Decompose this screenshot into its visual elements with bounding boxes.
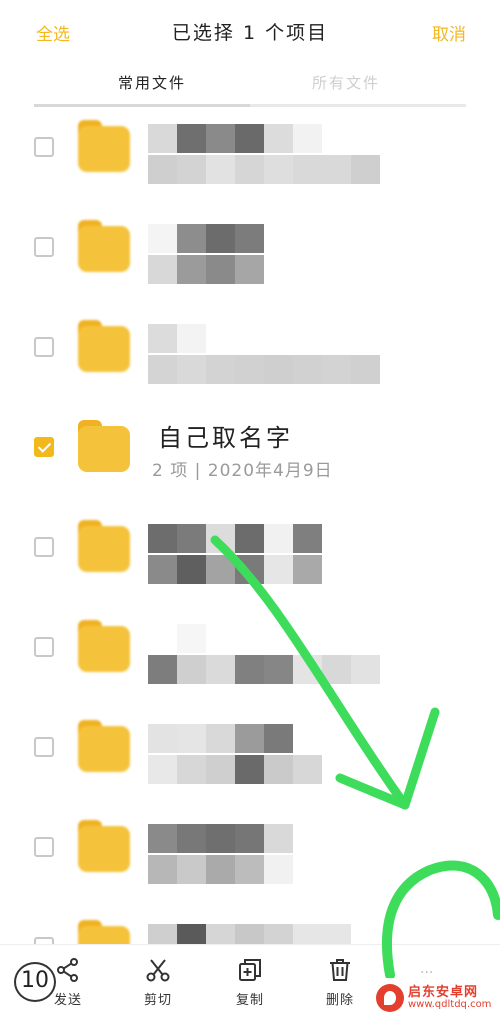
- folder-meta: 2 项 | 2020年4月9日: [152, 461, 333, 481]
- item-checkbox[interactable]: [34, 137, 54, 157]
- list-item[interactable]: [0, 820, 500, 920]
- item-checkbox[interactable]: [34, 637, 54, 657]
- list-item[interactable]: [0, 920, 500, 944]
- pixelated-name: [148, 624, 380, 686]
- folder-icon: [78, 520, 130, 572]
- file-list[interactable]: 自己取名字 2 项 | 2020年4月9日: [0, 108, 500, 944]
- cancel-button[interactable]: 取消: [432, 20, 466, 45]
- tab-all-files[interactable]: 所有文件: [312, 72, 380, 93]
- list-item[interactable]: [0, 520, 500, 620]
- list-item[interactable]: [0, 220, 500, 320]
- folder-icon: [78, 120, 130, 172]
- pixelated-name: [148, 524, 380, 586]
- watermark-title: 启东安卓网: [408, 985, 479, 1000]
- list-item[interactable]: [0, 320, 500, 420]
- cut-button[interactable]: 剪切: [118, 957, 198, 1008]
- watermark-logo-icon: [376, 984, 404, 1012]
- list-item[interactable]: [0, 120, 500, 220]
- copy-icon: [239, 959, 261, 981]
- tab-indicator: [34, 104, 466, 107]
- watermark-url: www.qdltdq.com: [408, 999, 492, 1010]
- folder-name: 自己取名字: [158, 424, 293, 452]
- item-checkbox[interactable]: [34, 337, 54, 357]
- item-checkbox[interactable]: [34, 237, 54, 257]
- pixelated-name: [148, 724, 380, 786]
- item-checkbox[interactable]: [34, 837, 54, 857]
- list-item[interactable]: [0, 720, 500, 820]
- pixelated-name: [148, 224, 380, 286]
- top-bar: 全选 已选择 1 个项目 取消: [0, 0, 500, 64]
- tab-frequent-files[interactable]: 常用文件: [118, 72, 186, 93]
- selection-title: 已选择 1 个项目: [171, 22, 329, 44]
- pixelated-name: [148, 924, 380, 944]
- folder-icon: [78, 820, 130, 872]
- folder-icon: [78, 720, 130, 772]
- delete-button[interactable]: 删除: [300, 957, 380, 1008]
- list-item[interactable]: [0, 620, 500, 720]
- file-tabs: 常用文件 所有文件: [34, 68, 466, 107]
- folder-icon: [78, 220, 130, 272]
- folder-icon: [78, 620, 130, 672]
- item-checkbox[interactable]: [34, 537, 54, 557]
- pixelated-name: [148, 824, 380, 886]
- delete-label: 删除: [325, 993, 354, 1008]
- share-icon: [57, 958, 78, 982]
- scissors-icon: [146, 959, 170, 982]
- folder-icon: [78, 920, 130, 944]
- cut-label: 剪切: [143, 993, 172, 1008]
- pixelated-name: [148, 324, 380, 386]
- item-checkbox[interactable]: [34, 937, 54, 944]
- site-watermark: 启东安卓网 www.qdltdq.com: [372, 978, 500, 1019]
- item-checkbox-checked[interactable]: [34, 437, 54, 457]
- copy-button[interactable]: 复制: [210, 957, 290, 1008]
- pixelated-name: [148, 124, 380, 186]
- trash-icon: [330, 959, 350, 981]
- item-checkbox[interactable]: [34, 737, 54, 757]
- folder-icon: [78, 420, 130, 472]
- list-item-selected[interactable]: 自己取名字 2 项 | 2020年4月9日: [0, 420, 500, 520]
- copy-label: 复制: [235, 993, 264, 1008]
- folder-icon: [78, 320, 130, 372]
- page-number-annotation: 10: [14, 962, 56, 1002]
